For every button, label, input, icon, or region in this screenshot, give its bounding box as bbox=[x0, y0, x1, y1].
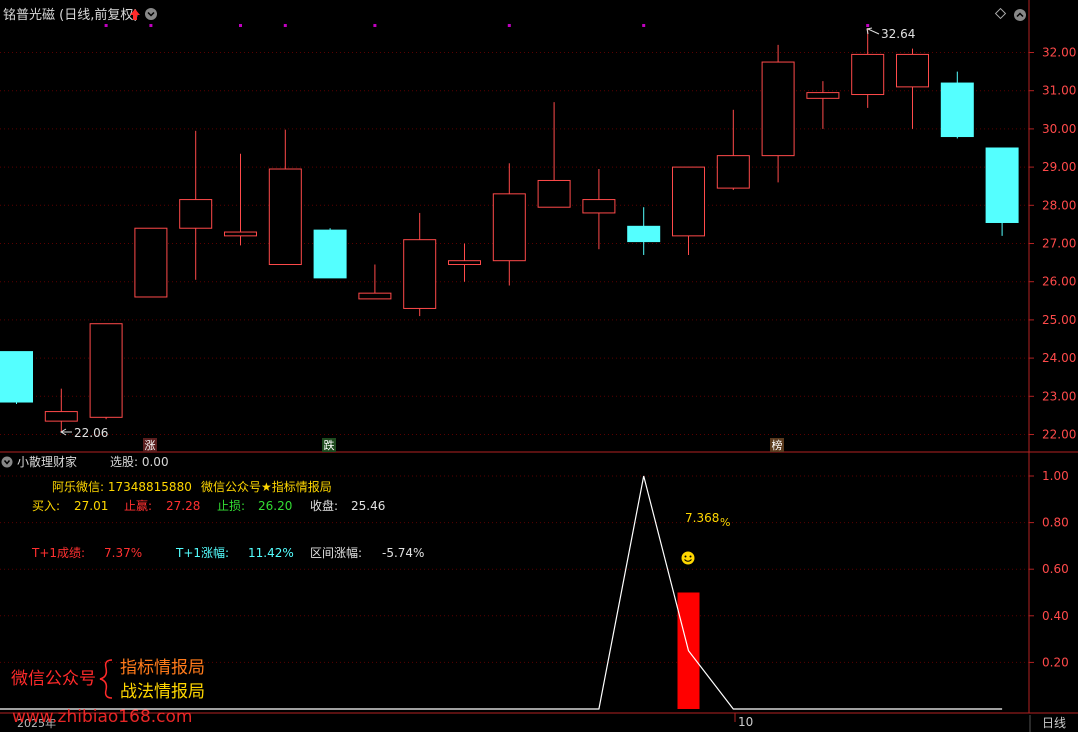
candle-body bbox=[0, 351, 33, 403]
signal-marker bbox=[149, 24, 153, 27]
buy-label: 买入: bbox=[32, 499, 60, 513]
y-tick-label: 25.00 bbox=[1042, 313, 1076, 327]
main-price-axis: 32.00 31.00 30.00 29.00 28.00 27.00 26.00 25.00… bbox=[1029, 46, 1076, 442]
watermark-line1: 指标情报局 bbox=[120, 658, 205, 678]
candle-body bbox=[582, 199, 616, 214]
t1-result-label: T+1成绩: bbox=[31, 546, 85, 560]
y-tick-label: 0.40 bbox=[1042, 609, 1069, 623]
y-tick-label: 24.00 bbox=[1042, 351, 1076, 365]
y-tick-label: 31.00 bbox=[1042, 84, 1076, 98]
y-tick-label: 30.00 bbox=[1042, 122, 1076, 136]
candlestick-series bbox=[0, 28, 1019, 433]
t1-change-label: T+1涨幅: bbox=[175, 545, 229, 560]
period-button-label: 日线 bbox=[1042, 716, 1066, 730]
sub-panel-title: 小散理财家 bbox=[17, 454, 77, 469]
candle-body bbox=[985, 147, 1019, 223]
y-tick-label: 0.60 bbox=[1042, 562, 1069, 576]
buy-value: 27.01 bbox=[74, 499, 108, 513]
range-change-value: -5.74% bbox=[382, 546, 424, 560]
candle-body bbox=[672, 166, 705, 237]
account-label: 微信公众号★指标情报局 bbox=[201, 479, 332, 494]
candle-body bbox=[134, 227, 168, 298]
event-tag-rise[interactable]: 涨 bbox=[143, 438, 157, 452]
candle-body bbox=[224, 231, 257, 237]
bar-unit-label: % bbox=[720, 516, 730, 529]
close-value: 25.46 bbox=[351, 499, 385, 513]
candle-body bbox=[89, 323, 123, 418]
y-tick-label: 0.80 bbox=[1042, 516, 1069, 530]
panel-collapse-icon[interactable] bbox=[1014, 9, 1026, 21]
candle-body bbox=[761, 61, 795, 157]
sub-value-axis: 1.00 0.80 0.60 0.40 0.20 bbox=[1029, 469, 1069, 669]
candle-body bbox=[627, 225, 661, 243]
contact-label: 阿乐微信: 17348815880 bbox=[52, 480, 192, 494]
sub-grid bbox=[0, 475, 1029, 663]
y-tick-label: 0.20 bbox=[1042, 655, 1069, 669]
event-tag-list[interactable]: 榜 bbox=[770, 438, 784, 452]
high-annotation: 32.64 bbox=[866, 27, 915, 41]
signal-marker bbox=[104, 24, 108, 27]
t1-result-value: 7.37% bbox=[104, 546, 142, 560]
y-tick-label: 29.00 bbox=[1042, 160, 1076, 174]
stop-loss-value: 26.20 bbox=[258, 499, 292, 513]
watermark-left-text: 微信公众号 bbox=[11, 669, 96, 689]
signal-markers bbox=[104, 24, 870, 27]
candle-body bbox=[358, 292, 392, 300]
low-annotation: 22.06 bbox=[60, 426, 108, 440]
candle-body bbox=[896, 53, 929, 88]
svg-text:涨: 涨 bbox=[145, 439, 156, 452]
signal-marker bbox=[373, 24, 377, 27]
period-button[interactable]: 日线 bbox=[1029, 715, 1066, 732]
candle-body bbox=[806, 92, 840, 99]
high-price-label: 32.64 bbox=[881, 27, 915, 41]
signal-marker bbox=[283, 24, 287, 27]
signal-marker bbox=[239, 24, 242, 27]
chart-window: 铭普光磁 (日线,前复权) 32.00 31.00 30.00 29.00 28.00 2… bbox=[0, 0, 1078, 732]
watermark-line2: 战法情报局 bbox=[120, 682, 205, 702]
stop-loss-label: 止损: bbox=[217, 499, 245, 513]
low-price-label: 22.06 bbox=[74, 426, 108, 440]
signal-marker bbox=[507, 24, 511, 27]
svg-text:跌: 跌 bbox=[324, 438, 335, 452]
candle-body bbox=[448, 260, 481, 266]
y-tick-label: 32.00 bbox=[1042, 46, 1076, 60]
candle-body bbox=[492, 193, 526, 262]
take-profit-value: 27.28 bbox=[166, 499, 200, 513]
y-tick-label: 22.00 bbox=[1042, 428, 1076, 442]
y-tick-label: 27.00 bbox=[1042, 237, 1076, 251]
y-tick-label: 23.00 bbox=[1042, 389, 1076, 403]
candle-body bbox=[940, 82, 974, 138]
svg-text:榜: 榜 bbox=[772, 438, 783, 452]
dropdown-icon[interactable] bbox=[145, 8, 157, 20]
candle-body bbox=[179, 199, 213, 229]
y-tick-label: 1.00 bbox=[1042, 469, 1069, 483]
signal-marker bbox=[642, 24, 646, 27]
t1-change-value: 11.42% bbox=[248, 546, 294, 560]
brace-icon bbox=[99, 659, 113, 699]
candle-body bbox=[537, 179, 571, 208]
bar-value-label: 7.368 bbox=[685, 511, 719, 525]
y-tick-label: 26.00 bbox=[1042, 275, 1076, 289]
take-profit-label: 止赢: bbox=[124, 498, 152, 513]
range-change-label: 区间涨幅: bbox=[310, 545, 362, 560]
signal-marker bbox=[866, 24, 870, 27]
candle-body bbox=[313, 229, 347, 279]
smiley-icon bbox=[681, 551, 695, 565]
candle-body bbox=[851, 53, 885, 96]
x-label-month: 10 bbox=[738, 715, 753, 729]
candle-body bbox=[716, 155, 750, 189]
sub-panel-select-label: 选股: 0.00 bbox=[110, 455, 169, 469]
diamond-icon[interactable] bbox=[994, 7, 1007, 20]
candle-body bbox=[44, 411, 78, 422]
sub-panel-toggle-icon[interactable] bbox=[1, 456, 13, 468]
candle-body bbox=[403, 239, 437, 309]
watermark-url: www.zhibiao168.com bbox=[12, 707, 192, 727]
close-label: 收盘: bbox=[310, 498, 338, 513]
y-tick-label: 28.00 bbox=[1042, 198, 1076, 212]
event-tag-fall[interactable]: 跌 bbox=[322, 438, 336, 452]
stock-title: 铭普光磁 (日线,前复权) bbox=[3, 7, 138, 23]
candle-body bbox=[268, 168, 302, 266]
